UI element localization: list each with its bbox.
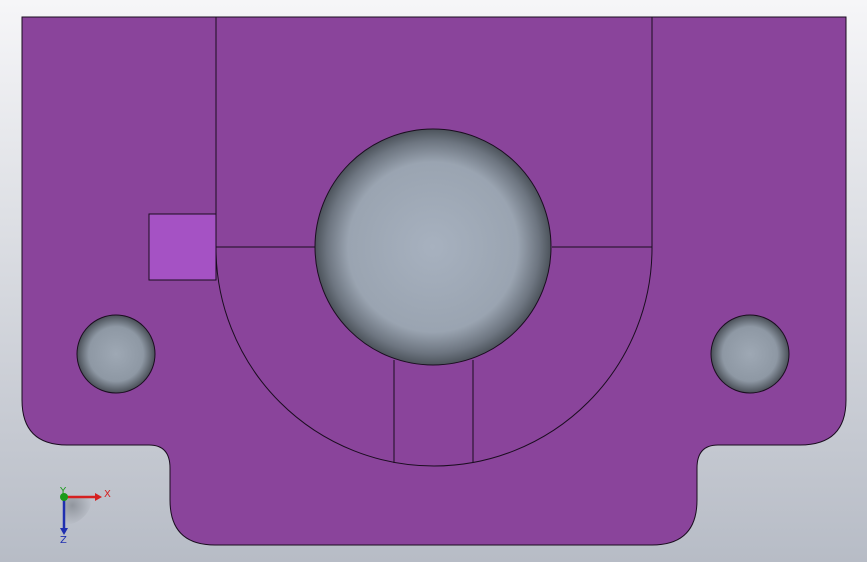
z-axis-label: Z: [60, 535, 67, 546]
graphics-viewport[interactable]: X Y Z: [0, 0, 867, 562]
model-canvas[interactable]: X Y Z: [0, 0, 867, 562]
left-mounting-hole[interactable]: [76, 314, 156, 394]
x-axis-label: X: [104, 489, 111, 500]
right-mounting-hole[interactable]: [710, 314, 790, 394]
y-axis-label: Y: [59, 486, 67, 497]
center-bore-hole[interactable]: [314, 128, 552, 366]
highlighted-face[interactable]: [148, 213, 217, 281]
